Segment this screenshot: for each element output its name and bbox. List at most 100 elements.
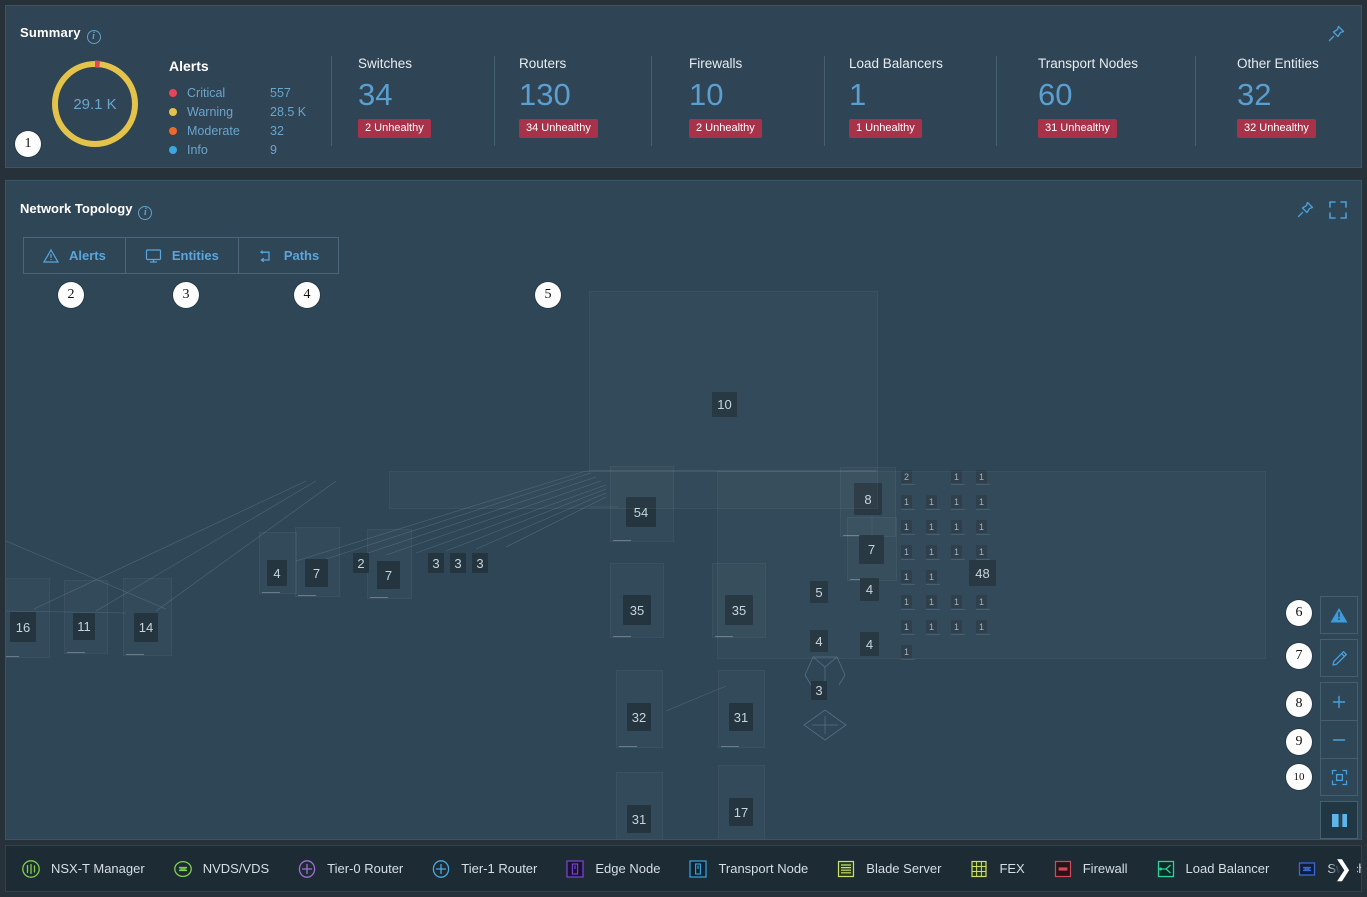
topology-node-badge[interactable]: 35	[623, 595, 651, 625]
legend-item-nsx-t-manager[interactable]: NSX-T Manager	[20, 858, 145, 880]
legend-item-label: Tier-0 Router	[327, 861, 404, 876]
nvds-vds-icon	[172, 858, 194, 880]
topology-node-badge[interactable]: 32	[627, 703, 651, 731]
topology-node-badge[interactable]: 4	[267, 560, 287, 586]
alert-severity-dot	[169, 107, 177, 116]
legend-item-label: FEX	[999, 861, 1025, 876]
unhealthy-badge[interactable]: 31 Unhealthy	[1038, 119, 1117, 138]
metric-value: 10	[689, 77, 724, 112]
unhealthy-badge[interactable]: 2 Unhealthy	[358, 119, 431, 138]
alert-row[interactable]: Info 9	[169, 140, 314, 159]
tier0-router-icon	[296, 858, 318, 880]
edit-button[interactable]	[1320, 639, 1358, 677]
legend-item-fex[interactable]: FEX	[968, 858, 1025, 880]
book-icon	[1331, 813, 1347, 827]
alert-severity-label: Moderate	[187, 123, 240, 138]
metric-card-firewalls[interactable]: Firewalls 10 2 Unhealthy	[689, 56, 762, 138]
zoom-in-button[interactable]	[1320, 682, 1358, 720]
metric-label: Other Entities	[1237, 56, 1319, 71]
summary-panel: Summary i 29.1 K Alerts Critical 557 Warnin…	[5, 5, 1362, 168]
topology-node-badge[interactable]: 16	[10, 612, 36, 642]
topology-pin-button[interactable]	[1294, 199, 1316, 221]
callout-marker-3: 3	[173, 282, 199, 308]
unhealthy-badge[interactable]: 32 Unhealthy	[1237, 119, 1316, 138]
topology-node-badge[interactable]: 7	[305, 559, 328, 587]
callout-marker-7: 7	[1286, 643, 1312, 669]
tab-entities[interactable]: Entities	[125, 237, 239, 274]
legend-item-transport-node[interactable]: Transport Node	[687, 858, 808, 880]
topology-node-badge[interactable]: 11	[73, 613, 95, 640]
zoom-out-button[interactable]	[1320, 720, 1358, 758]
topology-node-badge[interactable]: 17	[729, 798, 753, 826]
tab-entities-label: Entities	[171, 248, 219, 263]
legend-item-label: NSX-T Manager	[51, 861, 145, 876]
legend-item-nvds-vds[interactable]: NVDS/VDS	[172, 858, 269, 880]
edge-node-icon	[564, 858, 586, 880]
metric-value: 130	[519, 77, 571, 112]
info-icon[interactable]: i	[138, 206, 153, 220]
topology-toolbar	[1320, 596, 1358, 839]
router-glyph-icon	[803, 709, 847, 741]
callout-marker-1: 1	[15, 131, 41, 157]
legend-item-tier-1-router[interactable]: Tier-1 Router	[430, 858, 537, 880]
fex-icon	[968, 858, 990, 880]
alert-severity-label: Warning	[187, 104, 234, 119]
unhealthy-badge[interactable]: 1 Unhealthy	[849, 119, 922, 138]
unhealthy-badge[interactable]: 2 Unhealthy	[689, 119, 762, 138]
topology-expand-button[interactable]	[1327, 199, 1349, 221]
legend-item-load-balancer[interactable]: Load Balancer	[1155, 858, 1270, 880]
alert-count: 557	[270, 85, 291, 100]
topology-node-badge[interactable]: 31	[729, 703, 753, 731]
topology-node-badge[interactable]: 31	[627, 805, 651, 833]
topology-node-badge[interactable]: 2	[353, 553, 369, 573]
topology-node-badge[interactable]: 3	[472, 553, 488, 573]
tab-paths[interactable]: Paths	[238, 237, 340, 274]
legend-toggle-button[interactable]	[1320, 801, 1358, 839]
legend-next-button[interactable]: ❯	[1329, 846, 1357, 891]
topology-node-badge[interactable]: 14	[134, 613, 158, 642]
legend-item-label: NVDS/VDS	[202, 861, 270, 876]
topology-node-stub	[901, 659, 915, 660]
topology-title-text: Network Topology	[20, 201, 133, 216]
metric-card-other-entities[interactable]: Other Entities 32 32 Unhealthy	[1237, 56, 1319, 138]
metric-label: Routers	[519, 56, 567, 71]
unhealthy-badge[interactable]: 34 Unhealthy	[519, 119, 598, 138]
metric-divider	[1195, 56, 1196, 146]
info-icon[interactable]: i	[86, 30, 101, 44]
metric-card-transport-nodes[interactable]: Transport Nodes 60 31 Unhealthy	[1038, 56, 1138, 138]
topology-canvas[interactable]: 16 11 14 4 7 2 7 3 3 3 10 54 8 7 35 35 5 4 4 4 48 3 32 31 31 17 2…	[6, 181, 1361, 839]
dashboard-root: Summary i 29.1 K Alerts Critical 557 Warnin…	[0, 0, 1367, 897]
topology-node-badge[interactable]: 3	[428, 553, 444, 573]
network-topology-panel: 16 11 14 4 7 2 7 3 3 3 10 54 8 7 35 35 5 4 4 4 48 3 32 31 31 17 2…	[5, 180, 1362, 840]
callout-marker-6: 6	[1286, 600, 1312, 626]
topology-node-stub	[262, 592, 280, 593]
metric-card-routers[interactable]: Routers 130 34 Unhealthy	[519, 56, 598, 138]
metric-divider	[824, 56, 825, 146]
legend-item-label: Load Balancer	[1185, 861, 1270, 876]
summary-pin-button[interactable]	[1325, 23, 1347, 45]
alert-row[interactable]: Moderate 32	[169, 121, 314, 140]
donut-total: 29.1 K	[73, 95, 117, 113]
metric-card-switches[interactable]: Switches 34 2 Unhealthy	[358, 56, 431, 138]
alert-count: 28.5 K	[270, 104, 307, 119]
topology-node-badge[interactable]: 7	[377, 561, 400, 589]
alert-severity-label: Critical	[187, 85, 226, 100]
topology-node-badge[interactable]: 3	[450, 553, 466, 573]
minus-icon	[1332, 738, 1346, 741]
legend-item-tier-0-router[interactable]: Tier-0 Router	[296, 858, 403, 880]
legend-item-edge-node[interactable]: Edge Node	[564, 858, 660, 880]
tab-alerts-label: Alerts	[69, 248, 106, 263]
legend-item-firewall[interactable]: Firewall	[1052, 858, 1128, 880]
metric-card-load-balancers[interactable]: Load Balancers 1 1 Unhealthy	[849, 56, 943, 138]
topology-node-stub	[619, 746, 637, 747]
alert-row[interactable]: Warning 28.5 K	[169, 102, 314, 121]
topology-tabs: Alerts Entities Paths	[23, 237, 340, 274]
callout-marker-8: 8	[1286, 691, 1312, 717]
alerts-toggle-button[interactable]	[1320, 596, 1358, 634]
tab-alerts[interactable]: Alerts	[23, 237, 126, 274]
metric-divider	[651, 56, 652, 146]
legend-item-blade-server[interactable]: Blade Server	[835, 858, 941, 880]
alert-row[interactable]: Critical 557	[169, 83, 314, 102]
fit-to-screen-button[interactable]	[1320, 758, 1358, 796]
alerts-block: Alerts Critical 557 Warning 28.5 K Moderate 3…	[169, 58, 314, 159]
